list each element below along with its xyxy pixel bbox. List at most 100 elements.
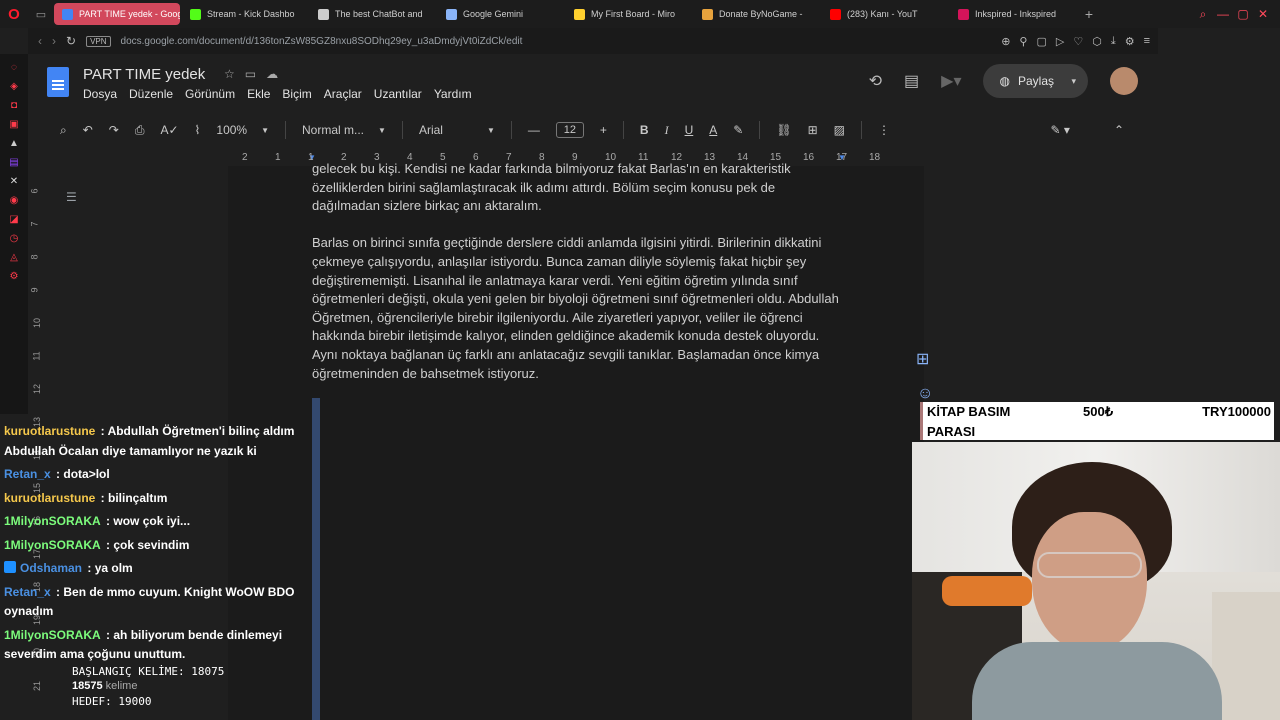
style-select[interactable]: Normal m... ▼ <box>302 123 386 137</box>
vpn-badge[interactable]: VPN <box>86 35 111 47</box>
maximize-icon[interactable]: ▢ <box>1236 7 1250 22</box>
browser-tab[interactable]: (283) Kanı - YouT <box>822 3 948 25</box>
pinboard-icon[interactable]: ◪ <box>7 214 21 225</box>
ai-icon[interactable]: ▲ <box>7 138 21 149</box>
increase-font-size-icon[interactable]: + <box>600 123 607 137</box>
minimize-icon[interactable]: — <box>1216 7 1230 22</box>
menu-item[interactable]: Görünüm <box>185 87 235 101</box>
bold-icon[interactable]: B <box>640 123 649 137</box>
move-folder-icon[interactable]: ▭ <box>245 67 256 81</box>
download-icon[interactable]: ⤓ <box>1111 35 1116 48</box>
browser-tab[interactable]: Inkspired - Inkspired <box>950 3 1076 25</box>
search-tabs-icon[interactable]: ⌕ <box>1196 7 1210 22</box>
menu-item[interactable]: Biçim <box>282 87 311 101</box>
bookmark-icon[interactable]: ♡ <box>1073 35 1083 48</box>
url-field[interactable]: docs.google.com/document/d/136tonZsW85GZ… <box>121 36 523 47</box>
opera-logo-icon[interactable]: O <box>0 0 28 28</box>
collapse-menus-icon[interactable]: ⌃ <box>1114 123 1124 137</box>
browser-tab[interactable]: Google Gemini <box>438 3 564 25</box>
document-title[interactable]: PART TIME yedek <box>83 66 205 83</box>
player-side-icon[interactable]: ◉ <box>7 195 21 206</box>
spellcheck-icon[interactable]: A✓ <box>160 123 178 137</box>
highlight-icon[interactable]: ✎ <box>733 123 743 137</box>
menu-item[interactable]: Ekle <box>247 87 270 101</box>
menu-item[interactable]: Uzantılar <box>374 87 422 101</box>
avatar[interactable] <box>1110 67 1138 95</box>
print-icon[interactable]: ⎙ <box>135 123 145 138</box>
more-options-icon[interactable]: ⋮ <box>878 123 890 137</box>
close-icon[interactable]: ✕ <box>1256 7 1270 22</box>
settings-side-icon[interactable]: ⚙ <box>7 271 21 282</box>
add-comment-side-icon[interactable]: ⊞ <box>916 349 929 369</box>
redo-icon[interactable]: ↷ <box>109 123 119 137</box>
tab-menu-icon[interactable]: ▭ <box>28 0 54 28</box>
emoji-reaction-icon[interactable]: ☺ <box>917 385 933 403</box>
menu-item[interactable]: Dosya <box>83 87 117 101</box>
extension-icon[interactable]: ⬡ <box>1092 35 1102 48</box>
insert-image-icon[interactable]: ▨ <box>834 123 845 137</box>
chat-username[interactable]: Odshaman <box>20 561 82 575</box>
instagram-icon[interactable]: ◘ <box>7 100 21 111</box>
chat-username[interactable]: 1MilyonSORAKA <box>4 628 101 642</box>
back-icon[interactable]: ‹ <box>38 34 42 48</box>
version-history-icon[interactable]: ⟲ <box>869 71 882 91</box>
twitch-icon[interactable]: ▤ <box>7 157 21 168</box>
pin-icon[interactable]: ⚲ <box>1019 35 1027 48</box>
font-select[interactable]: Arial ▼ <box>419 123 495 137</box>
browser-tab[interactable]: Donate ByNoGame - <box>694 3 820 25</box>
chat-username[interactable]: Retan_x <box>4 585 51 599</box>
menu-item[interactable]: Yardım <box>434 87 472 101</box>
document-paragraph[interactable]: gelecek bu kişi. Kendisi ne kadar farkın… <box>312 160 842 216</box>
font-size-input[interactable]: 12 <box>555 122 584 138</box>
star-icon[interactable]: ☆ <box>224 67 235 81</box>
browser-tab[interactable]: Stream - Kick Dashbo <box>182 3 308 25</box>
document-paragraph[interactable]: Barlas on birinci sınıfa geçtiğinde ders… <box>312 234 842 383</box>
chat-username[interactable]: Retan_x <box>4 467 51 481</box>
browser-tab[interactable]: The best ChatBot and <box>310 3 436 25</box>
new-tab-button[interactable]: + <box>1078 6 1100 22</box>
snapshot-icon[interactable]: ▢ <box>1036 35 1046 48</box>
extensions-side-icon[interactable]: ◬ <box>7 252 21 263</box>
menu-item[interactable]: Düzenle <box>129 87 173 101</box>
settings-icon[interactable]: ⚙ <box>1125 35 1135 48</box>
meet-icon[interactable]: ▶▾ <box>941 71 961 91</box>
document-body[interactable]: gelecek bu kişi. Kendisi ne kadar farkın… <box>312 160 842 402</box>
share-button[interactable]: ◍ Paylaş ▾ <box>983 64 1088 98</box>
decrease-font-size-icon[interactable]: — <box>528 123 540 137</box>
gmail-icon[interactable]: ▣ <box>7 119 21 130</box>
search-menus-icon[interactable]: ⌕ <box>60 123 67 138</box>
zoom-icon[interactable]: ⊕ <box>1001 35 1010 48</box>
document-outline-icon[interactable]: ☰ <box>66 190 77 204</box>
chevron-down-icon[interactable]: ▾ <box>1071 76 1076 87</box>
zoom-select[interactable]: 100% ▼ <box>216 123 269 137</box>
paint-format-icon[interactable]: ⌇ <box>195 123 201 137</box>
messenger-icon[interactable]: ◈ <box>7 81 21 92</box>
editing-mode-icon[interactable]: ✎ ▾ <box>1051 123 1070 137</box>
menu-icon[interactable]: ≡ <box>1144 35 1150 48</box>
x-icon[interactable]: ✕ <box>7 176 21 187</box>
browser-tab[interactable]: PART TIME yedek - Goog <box>54 3 180 25</box>
webcam-shelf <box>1212 592 1280 720</box>
reload-icon[interactable]: ↻ <box>66 34 76 48</box>
chat-username[interactable]: 1MilyonSORAKA <box>4 514 101 528</box>
text-color-icon[interactable]: A <box>709 123 717 137</box>
italic-icon[interactable]: I <box>665 123 669 138</box>
link-icon[interactable]: ⛓ <box>776 123 791 137</box>
browser-tab[interactable]: My First Board - Miro <box>566 3 692 25</box>
player-icon[interactable]: ▷ <box>1056 35 1064 48</box>
webcam-person-glasses <box>1037 552 1142 578</box>
cloud-status-icon[interactable]: ☁ <box>266 67 278 81</box>
chat-username[interactable]: 1MilyonSORAKA <box>4 538 101 552</box>
comments-icon[interactable]: ▤ <box>904 71 919 91</box>
chat-username[interactable]: kuruotlarustune <box>4 424 95 438</box>
aria-icon[interactable]: ◌ <box>7 62 21 73</box>
underline-icon[interactable]: U <box>685 123 694 137</box>
docs-logo-icon[interactable] <box>47 67 69 97</box>
forward-icon[interactable]: › <box>52 34 56 48</box>
menu-item[interactable]: Araçlar <box>324 87 362 101</box>
add-comment-icon[interactable]: ⊞ <box>808 123 818 137</box>
divider <box>285 121 287 139</box>
undo-icon[interactable]: ↶ <box>83 123 93 137</box>
history-icon[interactable]: ◷ <box>7 233 21 244</box>
chat-username[interactable]: kuruotlarustune <box>4 491 95 505</box>
